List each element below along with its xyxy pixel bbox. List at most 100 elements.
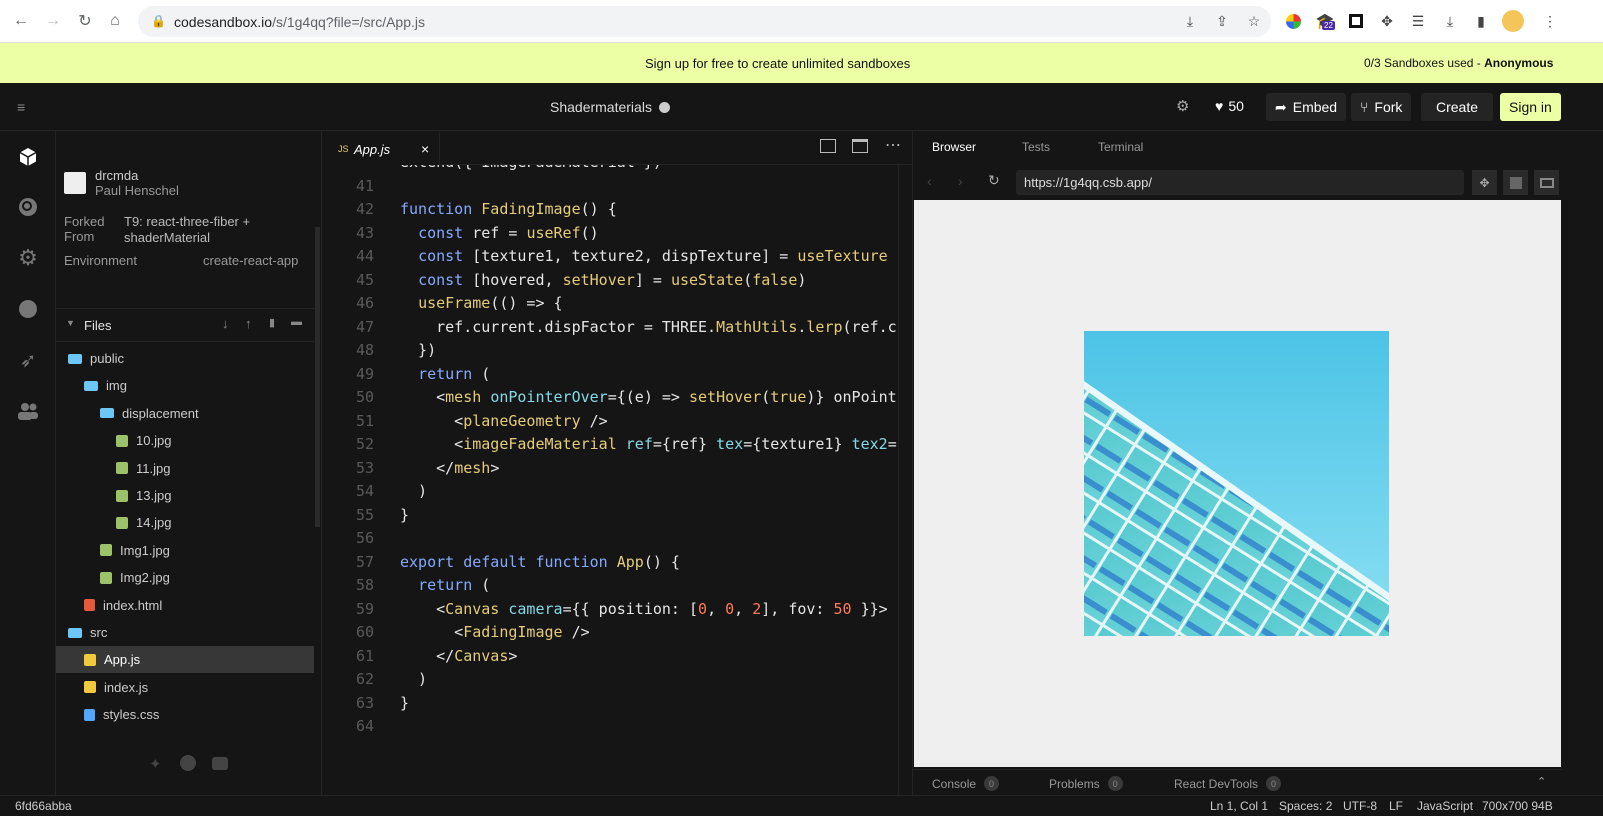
line-ending[interactable]: LF xyxy=(1389,799,1403,813)
fading-image-canvas[interactable] xyxy=(1084,331,1389,636)
like-button[interactable]: ♥ 50 xyxy=(1215,98,1244,114)
preview-tab-terminal[interactable]: Terminal xyxy=(1098,140,1143,154)
preview-refresh-icon[interactable]: ↻ xyxy=(988,172,1000,189)
config-gear-icon[interactable]: ⚙ xyxy=(14,244,42,272)
signin-button[interactable]: Sign in xyxy=(1500,93,1561,121)
qr-extension-icon[interactable] xyxy=(1346,11,1366,31)
preview-address-input[interactable]: https://1g4qq.csb.app/ xyxy=(1016,170,1464,195)
code-line[interactable]: 59 <Canvas camera={{ position: [0, 0, 2]… xyxy=(322,598,888,622)
file-tree-item[interactable]: displacement xyxy=(56,400,314,427)
settings-gear-icon[interactable]: ⚙ xyxy=(1176,97,1189,115)
code-line[interactable]: 47 ref.current.dispFactor = THREE.MathUt… xyxy=(322,316,897,340)
file-tree-item[interactable]: index.html xyxy=(56,592,314,619)
github-icon[interactable] xyxy=(14,295,42,323)
install-icon[interactable]: ⤓ xyxy=(1180,11,1200,31)
upload-icon[interactable]: ↑ xyxy=(245,316,252,331)
new-folder-icon[interactable]: ▬ xyxy=(291,316,302,328)
close-tab-icon[interactable]: × xyxy=(421,141,429,157)
code-line[interactable]: 41 xyxy=(322,175,400,199)
code-line[interactable]: 51 <planeGeometry /> xyxy=(322,410,608,434)
profile-avatar[interactable] xyxy=(1502,10,1524,32)
code-line[interactable]: 62 ) xyxy=(322,668,427,692)
deploy-rocket-icon[interactable]: ➶ xyxy=(14,346,42,374)
devtools-tab[interactable]: Console 0 xyxy=(932,776,1000,791)
code-line[interactable]: 49 return ( xyxy=(322,363,490,387)
color-extension-icon[interactable] xyxy=(1283,11,1303,31)
reload-icon[interactable]: ↻ xyxy=(74,10,96,32)
download-icon[interactable]: ↓ xyxy=(222,316,229,331)
file-tree-item[interactable]: App.js xyxy=(56,646,314,674)
file-tree-item[interactable]: Img1.jpg xyxy=(56,537,314,564)
code-line[interactable]: 42 function FadingImage() { xyxy=(322,198,617,222)
preview-back-icon[interactable]: ‹ xyxy=(927,173,932,189)
create-button[interactable]: Create xyxy=(1421,93,1494,121)
editor-tab-app-js[interactable]: JS App.js × xyxy=(322,131,440,165)
file-tree-item[interactable]: src xyxy=(56,619,314,646)
chrome-menu-icon[interactable]: ⋮ xyxy=(1540,11,1560,31)
home-icon[interactable]: ⌂ xyxy=(104,10,126,32)
code-line[interactable]: 56 xyxy=(322,527,400,551)
collapse-chevron-icon[interactable]: ▼ xyxy=(66,318,75,328)
file-tree-item[interactable]: 10.jpg xyxy=(56,427,314,454)
preview-forward-icon[interactable]: › xyxy=(958,173,963,189)
commit-hash[interactable]: 6fd66abba xyxy=(15,799,72,813)
search-icon[interactable] xyxy=(14,193,42,221)
preview-tab-tests[interactable]: Tests xyxy=(1022,140,1050,154)
code-line[interactable]: 64 xyxy=(322,715,400,739)
code-line[interactable]: 45 const [hovered, setHover] = useState(… xyxy=(322,269,806,293)
code-line[interactable]: extend({ ImageFadeMaterial }) xyxy=(322,165,662,175)
sandbox-title[interactable]: Shadermaterials xyxy=(550,99,670,115)
code-line[interactable]: 43 const ref = useRef() xyxy=(322,222,599,246)
file-tree-item[interactable]: index.js xyxy=(56,674,314,701)
editor-scrollbar[interactable] xyxy=(898,165,912,795)
code-line[interactable]: 48 }) xyxy=(322,339,436,363)
more-options-icon[interactable]: ⋯ xyxy=(885,135,901,155)
responsive-icon[interactable] xyxy=(1503,170,1528,195)
indent-spaces[interactable]: Spaces: 2 xyxy=(1279,799,1332,813)
forked-from-link-2[interactable]: shaderMaterial xyxy=(124,230,210,245)
new-file-icon[interactable]: ▮ xyxy=(269,316,275,329)
fork-button[interactable]: ⑂ Fork xyxy=(1351,93,1412,121)
forked-from-link-1[interactable]: T9: react-three-fiber + xyxy=(124,214,250,229)
expand-chevron-icon[interactable]: ⌃ xyxy=(1537,775,1546,788)
sandbox-info-icon[interactable] xyxy=(14,143,42,171)
sidebar-scrollbar[interactable] xyxy=(315,227,320,527)
code-line[interactable]: 53 </mesh> xyxy=(322,457,499,481)
split-view-icon[interactable] xyxy=(820,139,836,153)
lock-icon[interactable]: 🔒 xyxy=(151,14,166,28)
puzzle-icon[interactable]: ✥ xyxy=(1377,11,1397,31)
code-area[interactable]: extend({ ImageFadeMaterial }) 41 42 functio… xyxy=(322,165,898,795)
code-line[interactable]: 55} xyxy=(322,504,409,528)
file-tree-item[interactable]: 13.jpg xyxy=(56,482,314,509)
file-tree-item[interactable]: 11.jpg xyxy=(56,455,314,482)
code-line[interactable]: 44 const [texture1, texture2, dispTextur… xyxy=(322,245,888,269)
code-line[interactable]: 58 return ( xyxy=(322,574,490,598)
grad-cap-extension-icon[interactable]: 🎓22 xyxy=(1315,11,1335,31)
author-avatar[interactable] xyxy=(64,172,86,194)
file-encoding[interactable]: UTF-8 xyxy=(1343,799,1377,813)
file-tree-item[interactable]: public xyxy=(56,345,314,372)
code-line[interactable]: 54 ) xyxy=(322,480,427,504)
code-line[interactable]: 46 useFrame(() => { xyxy=(322,292,563,316)
forward-icon[interactable]: → xyxy=(42,10,64,32)
reading-list-icon[interactable]: ☰ xyxy=(1408,11,1428,31)
open-new-window-icon[interactable] xyxy=(1534,170,1559,195)
preview-tab-browser[interactable]: Browser xyxy=(932,140,976,154)
devtools-tab[interactable]: React DevTools 0 xyxy=(1174,776,1282,791)
menu-icon[interactable]: ≡ xyxy=(17,99,33,115)
side-panel-icon[interactable]: ▮ xyxy=(1471,11,1491,31)
bookmark-star-icon[interactable]: ☆ xyxy=(1244,11,1264,31)
github-icon[interactable] xyxy=(180,755,196,771)
inspect-icon[interactable]: ✥ xyxy=(1472,170,1497,195)
file-tree-item[interactable]: 14.jpg xyxy=(56,509,314,536)
code-line[interactable]: 52 <imageFadeMaterial ref={ref} tex={tex… xyxy=(322,433,897,457)
back-icon[interactable]: ← xyxy=(10,10,32,32)
discord-icon[interactable] xyxy=(212,757,228,770)
files-header[interactable]: Files xyxy=(84,318,111,333)
twitter-icon[interactable]: ✦ xyxy=(149,755,162,773)
devtools-tab[interactable]: Problems 0 xyxy=(1049,776,1123,791)
download-icon[interactable]: ⤓ xyxy=(1440,11,1460,31)
code-line[interactable]: 57 export default function App() { xyxy=(322,551,680,575)
file-tree-item[interactable]: Img2.jpg xyxy=(56,564,314,591)
url-text[interactable]: codesandbox.io/s/1g4qq?file=/src/App.js xyxy=(174,14,425,30)
